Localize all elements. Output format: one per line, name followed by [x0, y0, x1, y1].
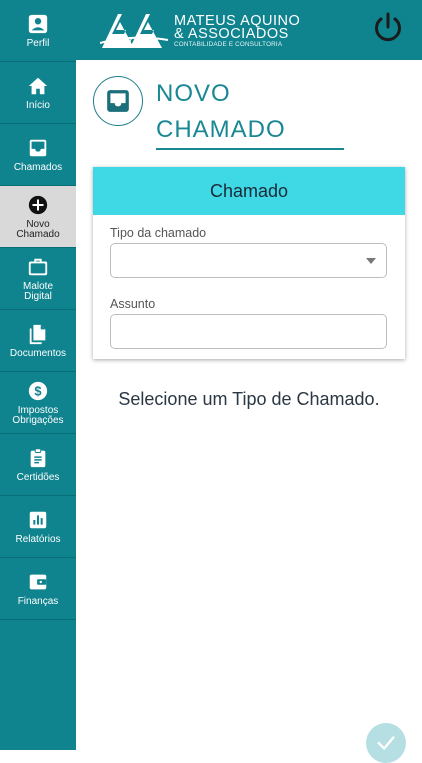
- dollar-icon: $: [28, 381, 48, 400]
- title-inbox-badge: [93, 76, 143, 126]
- brand-logo: MATEUS AQUINO & ASSOCIADOS CONTABILIDADE…: [100, 8, 300, 52]
- sidebar-item-relatorios[interactable]: Relatórios: [0, 496, 76, 558]
- sidebar-item-certidoes[interactable]: Certidões: [0, 434, 76, 496]
- sidebar: Perfil Início Chamados Novo Chamado Malo…: [0, 0, 76, 750]
- documents-icon: [29, 324, 46, 344]
- assunto-input[interactable]: [110, 314, 387, 349]
- sidebar-item-malote-digital[interactable]: Malote Digital: [0, 248, 76, 310]
- assunto-label: Assunto: [110, 297, 156, 311]
- sidebar-item-label: Relatórios: [15, 533, 61, 545]
- title-underline: [156, 148, 344, 150]
- sidebar-item-label: Novo Chamado: [16, 218, 60, 240]
- hint-text: Selecione um Tipo de Chamado.: [118, 389, 380, 409]
- sidebar-item-label: Impostos Obrigações: [12, 404, 64, 426]
- power-icon[interactable]: [370, 10, 406, 46]
- sidebar-item-label: Certidões: [16, 471, 60, 483]
- brand-line-2: & ASSOCIADOS: [174, 26, 289, 42]
- card-header: Chamado: [93, 167, 405, 215]
- check-icon: [377, 736, 395, 750]
- sidebar-item-label: Documentos: [9, 347, 67, 359]
- page-title: NOVO CHAMADO: [156, 80, 286, 143]
- sidebar-item-financas[interactable]: Finanças: [0, 558, 76, 620]
- chart-icon: [29, 511, 47, 528]
- sidebar-item-label: Início: [26, 99, 50, 111]
- confirm-button[interactable]: [366, 723, 406, 763]
- sidebar-item-label: Chamados: [13, 161, 63, 173]
- brand-tagline: CONTABILIDADE E CONSULTORIA: [174, 41, 283, 48]
- tipo-select[interactable]: [110, 243, 387, 278]
- sidebar-item-novo-chamado[interactable]: Novo Chamado: [0, 186, 76, 248]
- dropdown-arrow-icon: [366, 258, 376, 264]
- sidebar-item-documentos[interactable]: Documentos: [0, 310, 76, 372]
- logo-mark-icon: [100, 14, 169, 48]
- sidebar-item-impostos[interactable]: $ Impostos Obrigações: [0, 372, 76, 434]
- add-circle-icon: [28, 195, 48, 214]
- sidebar-item-label: Finanças: [17, 595, 59, 607]
- main-content: NOVO CHAMADO Chamado Tipo da chamado Ass…: [76, 60, 422, 763]
- tipo-label: Tipo da chamado: [110, 226, 207, 240]
- inbox-icon: [29, 139, 47, 156]
- chamado-form-card: Chamado Tipo da chamado Assunto: [93, 167, 405, 359]
- clipboard-icon: [30, 447, 46, 467]
- inbox-icon: [107, 90, 129, 112]
- briefcase-icon: [28, 258, 48, 275]
- sidebar-item-inicio[interactable]: Início: [0, 62, 76, 124]
- sidebar-item-label: Perfil: [26, 37, 50, 49]
- svg-text:$: $: [34, 383, 41, 398]
- profile-icon: [28, 14, 48, 33]
- sidebar-item-label: Malote Digital: [22, 280, 53, 302]
- wallet-icon: [29, 574, 47, 589]
- sidebar-item-chamados[interactable]: Chamados: [0, 124, 76, 186]
- sidebar-item-perfil[interactable]: Perfil: [0, 0, 76, 62]
- home-icon: [28, 77, 48, 94]
